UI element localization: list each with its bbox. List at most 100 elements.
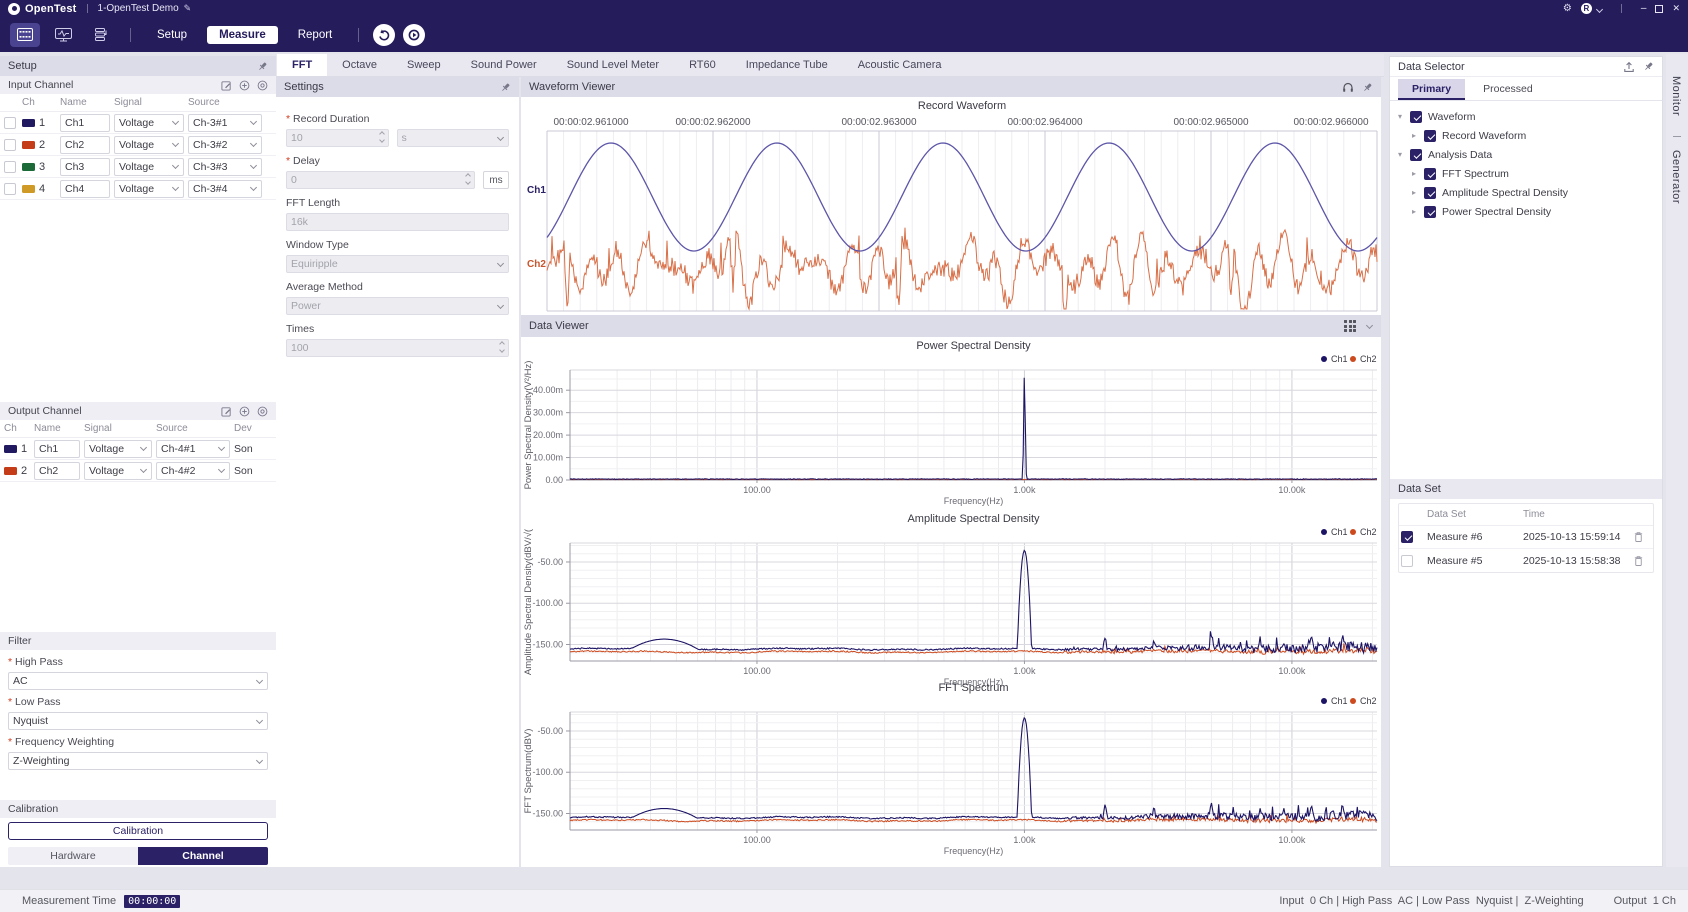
tree-checkbox[interactable]	[1424, 206, 1436, 218]
record-duration-unit-select[interactable]: s	[397, 129, 510, 147]
pin-icon[interactable]	[1362, 82, 1373, 93]
data-set-checkbox[interactable]	[1401, 555, 1413, 567]
edit-icon[interactable]	[221, 406, 232, 417]
signal-select[interactable]: Voltage	[114, 136, 184, 154]
export-upload-icon[interactable]	[1623, 61, 1635, 73]
window-type-select[interactable]: Equiripple	[286, 255, 509, 273]
channel-table-view-button[interactable]	[10, 23, 40, 47]
tab-sound-level-meter[interactable]: Sound Level Meter	[552, 54, 674, 76]
layout-grid-icon[interactable]	[1344, 320, 1356, 332]
channel-checkbox[interactable]	[4, 161, 16, 173]
channel-settings-gear-icon[interactable]	[257, 406, 268, 417]
data-set-checkbox[interactable]	[1401, 531, 1413, 543]
record-duration-stepper[interactable]	[286, 129, 389, 147]
channel-name-input[interactable]	[60, 136, 110, 154]
tree-checkbox[interactable]	[1410, 111, 1422, 123]
tree-item-record-waveform[interactable]: ▸Record Waveform	[1396, 126, 1656, 145]
caret-collapsed-icon[interactable]: ▸	[1410, 207, 1418, 216]
channel-checkbox[interactable]	[4, 183, 16, 195]
listen-headphone-icon[interactable]	[1342, 81, 1354, 93]
signal-select[interactable]: Voltage	[84, 440, 152, 458]
source-select[interactable]: Ch-3#3	[188, 158, 262, 176]
edit-icon[interactable]	[221, 80, 232, 91]
channel-checkbox[interactable]	[4, 139, 16, 151]
source-select[interactable]: Ch-3#2	[188, 136, 262, 154]
fft-length-input[interactable]	[286, 213, 509, 231]
tree-item-amplitude-spectral-density[interactable]: ▸Amplitude Spectral Density	[1396, 183, 1656, 202]
data-set-row[interactable]: Measure #6 2025-10-13 15:59:14	[1399, 526, 1653, 549]
add-channel-icon[interactable]	[239, 406, 250, 417]
tab-primary[interactable]: Primary	[1398, 79, 1465, 100]
frequency-weighting-select[interactable]: Z-Weighting	[8, 752, 268, 770]
channel-checkbox[interactable]	[4, 117, 16, 129]
tab-fft[interactable]: FFT	[277, 54, 327, 76]
low-pass-select[interactable]: Nyquist	[8, 712, 268, 730]
delete-trash-icon[interactable]	[1633, 531, 1653, 543]
average-method-select[interactable]: Power	[286, 297, 509, 315]
tab-rt60[interactable]: RT60	[674, 54, 731, 76]
add-channel-icon[interactable]	[239, 80, 250, 91]
source-select[interactable]: Ch-4#2	[156, 462, 230, 480]
user-menu-chevron-icon[interactable]	[1596, 6, 1603, 13]
pin-icon[interactable]	[1643, 61, 1654, 72]
channel-name-input[interactable]	[60, 158, 110, 176]
source-select[interactable]: Ch-3#4	[188, 180, 262, 198]
tab-sweep[interactable]: Sweep	[392, 54, 456, 76]
signal-select[interactable]: Voltage	[114, 158, 184, 176]
sequence-view-button[interactable]	[86, 23, 116, 47]
caret-collapsed-icon[interactable]: ▸	[1410, 188, 1418, 197]
record-waveform-chart[interactable]: Record Waveform00:00:02.96100000:00:02.9…	[521, 97, 1381, 315]
chevron-down-icon[interactable]	[1366, 321, 1373, 328]
tree-checkbox[interactable]	[1410, 149, 1422, 161]
close-button[interactable]: ✕	[1672, 3, 1680, 14]
tab-impedance-tube[interactable]: Impedance Tube	[731, 54, 843, 76]
delete-trash-icon[interactable]	[1633, 555, 1653, 567]
times-stepper[interactable]	[286, 339, 509, 357]
caret-collapsed-icon[interactable]: ▸	[1410, 169, 1418, 178]
channel-settings-gear-icon[interactable]	[257, 80, 268, 91]
tree-checkbox[interactable]	[1424, 187, 1436, 199]
tree-item-fft-spectrum[interactable]: ▸FFT Spectrum	[1396, 164, 1656, 183]
data-set-row[interactable]: Measure #5 2025-10-13 15:58:38	[1399, 549, 1653, 572]
caret-expanded-icon[interactable]: ▾	[1396, 150, 1404, 159]
calibration-button[interactable]: Calibration	[8, 822, 268, 840]
setup-mode-button[interactable]: Setup	[145, 26, 199, 44]
tree-checkbox[interactable]	[1424, 130, 1436, 142]
tree-item-power-spectral-density[interactable]: ▸Power Spectral Density	[1396, 202, 1656, 221]
dock-tab-monitor[interactable]: Monitor	[1670, 76, 1682, 116]
report-mode-button[interactable]: Report	[286, 26, 345, 44]
source-select[interactable]: Ch-4#1	[156, 440, 230, 458]
tree-checkbox[interactable]	[1424, 168, 1436, 180]
maximize-button[interactable]	[1655, 5, 1663, 13]
pin-icon[interactable]	[500, 82, 511, 93]
spectral-charts[interactable]: Power Spectral DensityCh1Ch2Power Spectr…	[521, 337, 1381, 867]
signal-select[interactable]: Voltage	[84, 462, 152, 480]
delay-stepper[interactable]	[286, 171, 475, 189]
channel-name-input[interactable]	[60, 180, 110, 198]
settings-gear-icon[interactable]: ⚙	[1563, 4, 1572, 14]
measure-mode-button[interactable]: Measure	[207, 26, 278, 44]
signal-select[interactable]: Voltage	[114, 114, 184, 132]
tree-item-waveform[interactable]: ▾Waveform	[1396, 107, 1656, 126]
hardware-segment-button[interactable]: Hardware	[8, 847, 138, 865]
tab-acoustic-camera[interactable]: Acoustic Camera	[843, 54, 957, 76]
channel-segment-button[interactable]: Channel	[138, 847, 268, 865]
channel-name-input[interactable]	[34, 462, 80, 480]
replay-button[interactable]	[403, 24, 425, 46]
undo-button[interactable]	[373, 24, 395, 46]
source-select[interactable]: Ch-3#1	[188, 114, 262, 132]
tab-octave[interactable]: Octave	[327, 54, 392, 76]
user-avatar[interactable]: R	[1581, 3, 1592, 14]
monitor-view-button[interactable]	[48, 23, 78, 47]
tab-sound-power[interactable]: Sound Power	[456, 54, 552, 76]
edit-title-icon[interactable]: ✎	[184, 3, 192, 14]
pin-icon[interactable]	[257, 61, 268, 72]
channel-name-input[interactable]	[34, 440, 80, 458]
dock-tab-generator[interactable]: Generator	[1670, 150, 1682, 204]
minimize-button[interactable]: –	[1641, 3, 1647, 14]
channel-name-input[interactable]	[60, 114, 110, 132]
caret-expanded-icon[interactable]: ▾	[1396, 112, 1404, 121]
signal-select[interactable]: Voltage	[114, 180, 184, 198]
caret-collapsed-icon[interactable]: ▸	[1410, 131, 1418, 140]
high-pass-select[interactable]: AC	[8, 672, 268, 690]
